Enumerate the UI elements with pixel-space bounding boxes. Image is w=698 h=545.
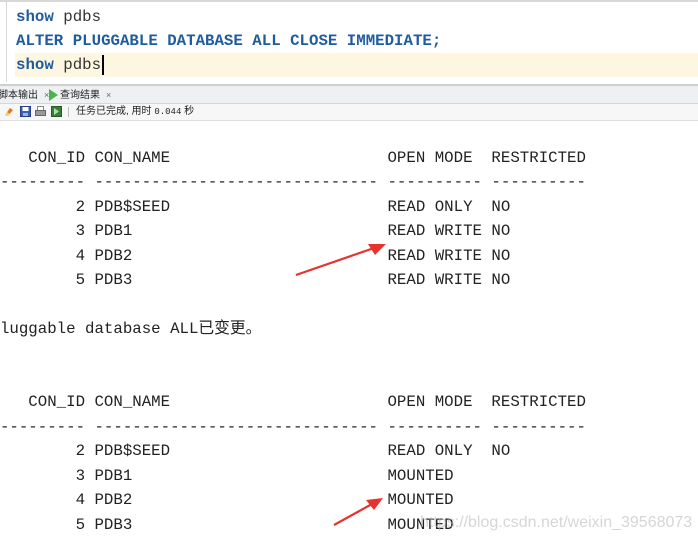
play-icon — [49, 89, 58, 102]
eraser-icon[interactable] — [4, 106, 15, 117]
toolbar-divider — [68, 107, 69, 117]
tab-query-result[interactable]: 查询结果 × — [49, 88, 111, 102]
print-icon[interactable] — [35, 106, 46, 117]
editor-line[interactable]: show pdbs — [16, 5, 101, 29]
red-arrow-annotation — [333, 498, 383, 526]
status-text: 任务已完成, 用时 0.044 秒 — [76, 106, 195, 117]
output-line: 3 PDB1 MOUNTED — [0, 466, 454, 485]
output-toolbar: 任务已完成, 用时 0.044 秒 — [0, 104, 698, 121]
save-icon[interactable] — [20, 106, 31, 117]
text-caret — [102, 54, 105, 75]
export-icon[interactable] — [51, 106, 62, 117]
output-tabs: 脚本输出 × 查询结果 × — [0, 86, 698, 104]
output-line: 4 PDB2 MOUNTED — [0, 491, 454, 510]
output-line: CON_ID CON_NAME OPEN MODE RESTRICTED — [0, 148, 586, 167]
sql-editor[interactable]: show pdbs ALTER PLUGGABLE DATABASE ALL C… — [0, 0, 698, 88]
output-line: CON_ID CON_NAME OPEN MODE RESTRICTED — [0, 393, 586, 412]
output-line: ---------- -----------------------------… — [0, 417, 586, 436]
editor-gutter — [6, 2, 7, 82]
editor-line-current[interactable]: show pdbs — [15, 53, 698, 77]
red-arrow-annotation — [295, 244, 386, 277]
script-output: CON_ID CON_NAME OPEN MODE RESTRICTED ----… — [0, 122, 586, 537]
tab-script-output[interactable]: 脚本输出 × — [0, 88, 49, 102]
watermark: https://blog.csdn.net/weixin_39568073 — [420, 514, 693, 531]
editor-line[interactable]: ALTER PLUGGABLE DATABASE ALL CLOSE IMMED… — [16, 29, 441, 53]
output-line: 2 PDB$SEED READ ONLY NO — [0, 442, 511, 461]
output-line: Pluggable database ALL已变更。 — [0, 320, 262, 338]
output-line: 2 PDB$SEED READ ONLY NO — [0, 197, 511, 216]
close-icon[interactable]: × — [106, 90, 111, 100]
output-line: ---------- -----------------------------… — [0, 173, 586, 192]
